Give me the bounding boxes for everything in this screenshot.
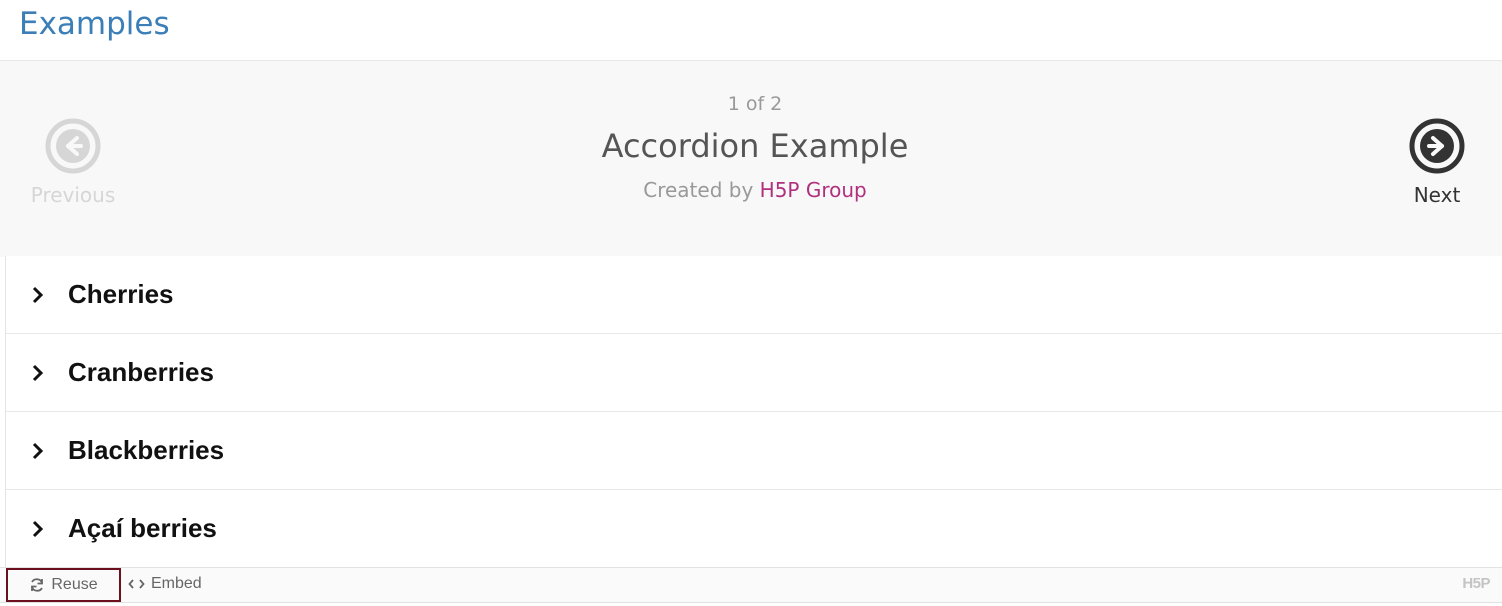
accordion-item-cherries[interactable]: Cherries: [6, 256, 1502, 334]
page-title: Examples: [19, 6, 170, 42]
h5p-footer-bar: Reuse Embed H5P: [0, 567, 1502, 603]
accordion-item-cranberries[interactable]: Cranberries: [6, 334, 1502, 412]
next-label: Next: [1413, 183, 1461, 207]
content-info: 1 of 2 Accordion Example Created by H5P …: [455, 89, 1055, 205]
chevron-right-icon: [28, 519, 48, 539]
embed-label: Embed: [151, 575, 202, 592]
accordion-item-label: Cranberries: [68, 357, 214, 387]
accordion-item-blackberries[interactable]: Blackberries: [6, 412, 1502, 490]
refresh-icon: [29, 577, 45, 593]
accordion-item-label: Açaí berries: [68, 513, 217, 543]
accordion: Cherries Cranberries Blackberries Açaí b…: [5, 256, 1502, 567]
chevron-right-icon: [28, 363, 48, 383]
next-button[interactable]: Next: [1382, 117, 1492, 207]
byline-prefix: Created by: [643, 178, 754, 202]
reuse-button[interactable]: Reuse: [6, 568, 121, 602]
reuse-label: Reuse: [51, 576, 98, 593]
content-navigation-panel: Previous 1 of 2 Accordion Example Create…: [0, 60, 1502, 257]
previous-label: Previous: [30, 183, 116, 207]
accordion-item-label: Cherries: [68, 279, 174, 309]
arrow-left-circle-icon: [45, 118, 101, 174]
embed-button[interactable]: Embed: [128, 568, 202, 600]
previous-button[interactable]: Previous: [18, 117, 128, 207]
content-byline: Created by H5P Group: [455, 175, 1055, 205]
code-icon: [128, 578, 145, 590]
accordion-item-label: Blackberries: [68, 435, 225, 465]
chevron-right-icon: [28, 441, 48, 461]
content-counter: 1 of 2: [727, 93, 783, 115]
content-title: Accordion Example: [601, 127, 909, 165]
author-link[interactable]: H5P Group: [760, 178, 867, 202]
accordion-item-acai-berries[interactable]: Açaí berries: [6, 490, 1502, 567]
arrow-right-circle-icon: [1409, 118, 1465, 174]
h5p-logo[interactable]: H5P: [1462, 575, 1490, 592]
chevron-right-icon: [28, 285, 48, 305]
